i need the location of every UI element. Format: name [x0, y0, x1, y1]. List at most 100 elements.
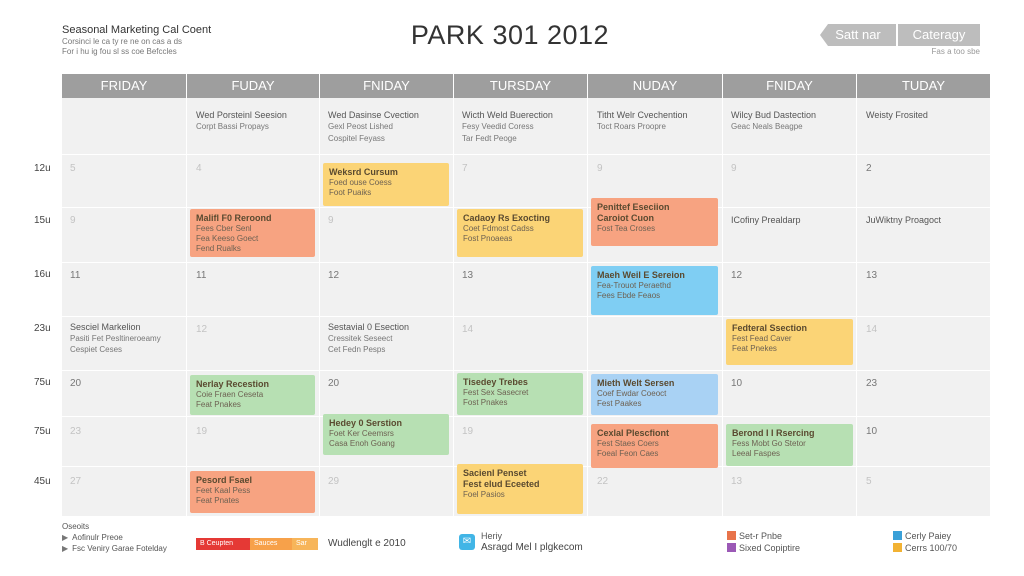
time-label: 23u: [34, 323, 51, 334]
share-icon[interactable]: ✉: [459, 534, 475, 550]
cell-note: JuWiktny Proagoct: [866, 215, 942, 225]
grid-icon: [727, 543, 736, 552]
day-number: 9: [70, 215, 76, 226]
day-number: 11: [196, 270, 207, 281]
app-info: Heriy Asragd Mel I plgkecom: [481, 531, 583, 553]
legend-item: ▶ Fsc Veniry Garae Fotelday: [62, 544, 167, 553]
time-label: 45u: [34, 476, 51, 487]
column-divider: [186, 74, 187, 516]
cell-note: Sestavial 0 Esection Cressitek Seseect Cet…: [328, 322, 410, 354]
time-label: 12u: [34, 163, 51, 174]
day-number: 9: [597, 163, 603, 174]
footer-links-2: Cerly Paiey Cerrs 100/70: [893, 530, 957, 554]
day-number: 20: [70, 378, 82, 389]
event-card[interactable]: Penittef Eseciion Caroiot Cuon Fost Tea Cr…: [591, 198, 718, 246]
header: Seasonal Marketing Cal Coent Corsinci le…: [0, 0, 1024, 72]
event-card[interactable]: Cadaoy Rs Exocting Coet Fdmost Cadss Fost …: [457, 209, 583, 257]
arrow-right-icon: ▶: [62, 544, 69, 553]
event-card[interactable]: Fedteral Ssection Fest Fead Caver Feat Pne…: [726, 319, 853, 365]
row-divider: [62, 416, 990, 417]
day-number: 4: [196, 163, 202, 174]
column-subheader: Weisty Frosited: [866, 110, 928, 120]
time-label: 75u: [34, 426, 51, 437]
column-divider: [453, 74, 454, 516]
event-card[interactable]: Cexlal Plescfiont Fest Staes Coers Foeal F…: [591, 424, 718, 468]
day-number: 19: [462, 426, 474, 437]
day-number: 12: [731, 270, 743, 281]
column-subheader: Wed Porsteinl Seesion Corpt Bassi Propays: [196, 110, 287, 131]
event-card[interactable]: Maeh Weil E Sereion Fea-Trouot Peraethd Fe…: [591, 266, 718, 315]
day-number: 27: [70, 476, 82, 487]
day-number: 23: [866, 378, 878, 389]
event-card[interactable]: Tisedey Trebes Fest Sex Sasecret Fost Pnak…: [457, 373, 583, 415]
brand-subtitle-2: For i hu ig fou sl ss coe Befccles: [62, 47, 177, 56]
column-subheader: Wicth Weld Buerection Fesy Veedid Coress T…: [462, 110, 553, 143]
footer-links-1: Set-r Pnbe Sixed Copiptire: [727, 530, 800, 554]
day-number: 10: [866, 426, 878, 437]
cell-note: Sesciel Markelion Pasiti Fet Pesltineroea…: [70, 322, 161, 354]
day-number: 5: [70, 163, 76, 174]
day-header-col4[interactable]: TURSDAY: [454, 74, 587, 98]
color-key-amber: Sar: [292, 538, 318, 550]
event-card[interactable]: Weksrd Cursum Foed ouse Coess Foot Puaiks: [323, 163, 449, 206]
day-header-col3[interactable]: FNIDAY: [320, 74, 453, 98]
day-header-col1[interactable]: FRIDAY: [62, 74, 186, 98]
column-subheader: Wed Dasinse Cvection Gexl Peost Lished Cos…: [328, 110, 419, 143]
day-number: 12: [196, 324, 208, 335]
event-card[interactable]: Malifl F0 Reroond Fees Cber Senl Fea Keeso…: [190, 209, 315, 257]
day-number: 2: [866, 163, 872, 174]
row-divider: [62, 262, 990, 263]
row-divider: [62, 316, 990, 317]
page-title: PARK 301 2012: [410, 20, 610, 50]
day-number: 5: [866, 476, 872, 487]
color-key-orange: Sauces: [250, 538, 292, 550]
time-label: 15u: [34, 215, 51, 226]
category-button[interactable]: Cateragy: [898, 24, 980, 46]
legend-title: Oseoits: [62, 522, 90, 531]
legend-item: ▶ Aofinulr Preoe: [62, 533, 123, 542]
day-number: 13: [462, 270, 474, 281]
column-divider: [856, 74, 857, 516]
day-number: 9: [328, 215, 334, 226]
time-label: 16u: [34, 269, 51, 280]
column-subheader: Titht Welr Cvechention Toct Roars Proopre: [597, 110, 688, 131]
day-number: 13: [866, 270, 878, 281]
event-card[interactable]: Hedey 0 Serstion Foet Ker Ceemsrs Casa Eno…: [323, 414, 449, 455]
column-divider: [319, 74, 320, 516]
event-card[interactable]: Mieth Welt Sersen Coef Ewdar Coeoct Fest P…: [591, 374, 718, 415]
time-column: 12u 15u 16u 23u 75u 75u 45u: [34, 0, 62, 576]
grid-icon: [893, 543, 902, 552]
arrow-right-icon: ▶: [62, 533, 69, 542]
day-number: 7: [462, 163, 468, 174]
day-header-col2[interactable]: FUDAY: [187, 74, 319, 98]
day-number: 19: [196, 426, 208, 437]
row-divider: [62, 370, 990, 371]
day-number: 22: [597, 476, 609, 487]
color-key-red: B Ceupten: [196, 538, 250, 550]
day-number: 23: [70, 426, 82, 437]
legend: Oseoits ▶ Aofinulr Preoe ▶ Fsc Veniry Ga…: [62, 521, 167, 554]
column-divider: [722, 74, 723, 516]
event-card[interactable]: Sacienl Penset Fest elud Eceeted Foel Pasi…: [457, 464, 583, 514]
day-number: 14: [462, 324, 474, 335]
event-card[interactable]: Pesord Fsael Feet Kaal Pess Feat Pnates: [190, 471, 315, 513]
day-number: 10: [731, 378, 743, 389]
day-header-col5[interactable]: NUDAY: [588, 74, 722, 98]
grid-icon: [727, 531, 736, 540]
brand-title: Seasonal Marketing Cal Coent: [62, 24, 212, 36]
start-button[interactable]: Satt nar: [820, 24, 896, 46]
calendar-grid: FRIDAY FUDAY FNIDAY TURSDAY NUDAY FNIDAY…: [62, 74, 990, 516]
day-header-col6[interactable]: FNIDAY: [723, 74, 856, 98]
column-divider: [587, 74, 588, 516]
brand-subtitle-1: Corsinci le ca ty re ne on cas a ds: [62, 37, 183, 46]
event-card[interactable]: Berond I I Rsercing Fess Mobt Go Stetor Le…: [726, 424, 853, 466]
color-key-bar: B Ceupten Sauces Sar: [196, 538, 318, 550]
day-number: 14: [866, 324, 878, 335]
day-number: 13: [731, 476, 743, 487]
day-header-col7[interactable]: TUDAY: [857, 74, 990, 98]
cell-note: ICofiny Prealdarp: [731, 215, 801, 225]
brand: Seasonal Marketing Cal Coent Corsinci le…: [62, 24, 282, 57]
event-card[interactable]: Nerlay Recestion Coie Fraen Ceseta Feat Pn…: [190, 375, 315, 415]
footer: Oseoits ▶ Aofinulr Preoe ▶ Fsc Veniry Ga…: [0, 518, 1024, 576]
day-number: 29: [328, 476, 340, 487]
